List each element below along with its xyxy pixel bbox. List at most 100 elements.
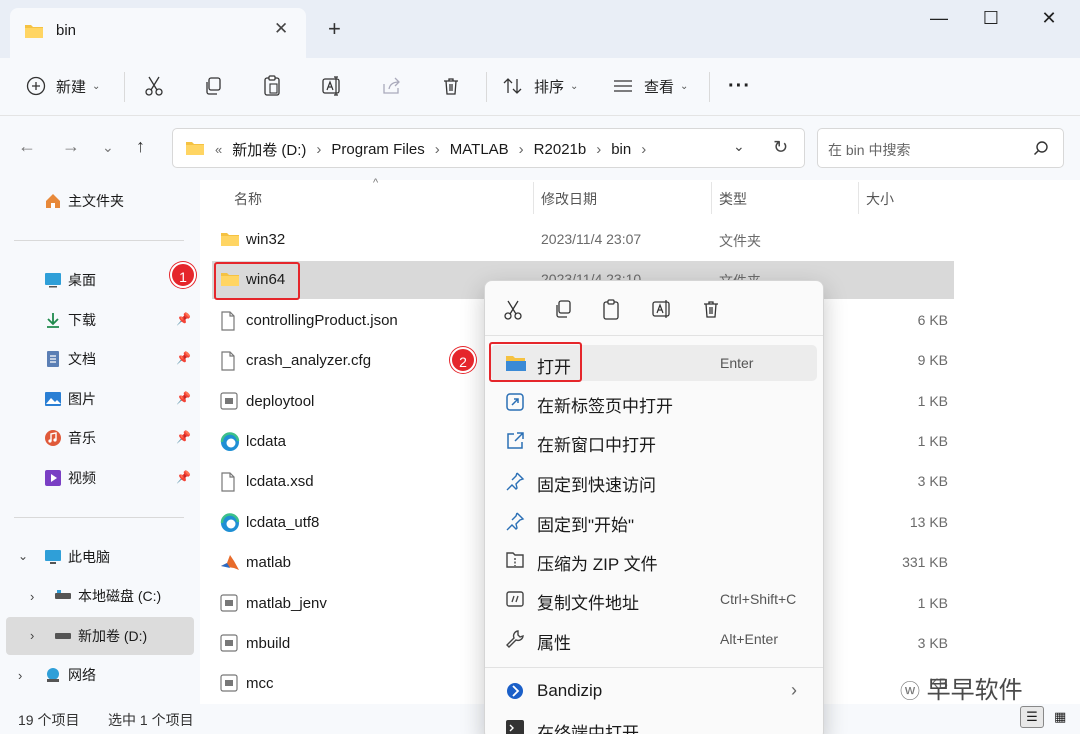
- tab-bin[interactable]: bin ✕: [10, 8, 306, 58]
- breadcrumb-separator[interactable]: ›: [519, 141, 524, 158]
- rename-icon[interactable]: [651, 299, 673, 321]
- paste-icon[interactable]: [601, 299, 623, 321]
- expand-chevron-down-icon[interactable]: ⌄: [18, 549, 28, 563]
- breadcrumb-separator[interactable]: ›: [435, 141, 440, 158]
- maximize-button[interactable]: ☐: [968, 8, 1014, 32]
- annotation-badge-2: 2: [450, 347, 476, 373]
- menu-item-properties[interactable]: 属性 Alt+Enter: [491, 621, 817, 657]
- menu-item-compress-zip[interactable]: 压缩为 ZIP 文件: [491, 542, 817, 578]
- details-view-icon[interactable]: ☰: [1020, 706, 1044, 728]
- column-header-name[interactable]: 名称: [234, 189, 262, 209]
- sidebar-item-home[interactable]: 主文件夹: [44, 186, 124, 216]
- file-name: matlab: [246, 554, 292, 572]
- file-icon: [220, 351, 240, 371]
- file-name: matlab_jenv: [246, 594, 327, 612]
- menu-item-pin-quick-access[interactable]: 固定到快速访问: [491, 463, 817, 499]
- pin-icon: 📌: [176, 470, 191, 484]
- new-tab-button[interactable]: +: [328, 18, 341, 40]
- menu-item-open-new-tab[interactable]: 在新标签页中打开: [491, 384, 817, 420]
- copy-button[interactable]: [203, 72, 223, 100]
- sidebar-item-drive-c[interactable]: 本地磁盘 (C:): [54, 581, 161, 611]
- back-arrow-icon[interactable]: ←: [18, 136, 36, 157]
- file-size: 9 KB: [917, 352, 948, 369]
- recent-locations-chevron-icon[interactable]: ⌄: [102, 139, 114, 156]
- breadcrumb-item[interactable]: bin: [611, 141, 631, 158]
- cut-button[interactable]: [144, 72, 164, 100]
- annotation-box: [214, 262, 300, 300]
- up-arrow-icon[interactable]: ↑: [136, 136, 145, 157]
- more-options-button[interactable]: ···: [728, 72, 751, 100]
- breadcrumb-overflow[interactable]: «: [215, 142, 222, 157]
- menu-item-open-new-window[interactable]: 在新窗口中打开: [491, 423, 817, 459]
- sidebar-item-this-pc[interactable]: 此电脑: [44, 542, 110, 572]
- view-button[interactable]: 查看 ⌄: [612, 72, 688, 100]
- toolbar-divider: [486, 72, 487, 102]
- search-box[interactable]: 在 bin 中搜索: [817, 128, 1064, 168]
- breadcrumb-separator[interactable]: ›: [316, 141, 321, 158]
- sidebar-item-downloads[interactable]: 下载: [44, 305, 96, 335]
- minimize-button[interactable]: —: [916, 8, 962, 32]
- new-button[interactable]: 新建 ⌄: [26, 72, 100, 100]
- drive-icon: [54, 627, 72, 645]
- address-history-chevron-icon[interactable]: ⌄: [733, 138, 745, 155]
- tab-close-icon[interactable]: ✕: [274, 19, 288, 39]
- file-size: 1 KB: [917, 392, 948, 409]
- file-size: 1 KB: [917, 594, 948, 611]
- share-button[interactable]: [381, 72, 403, 100]
- address-bar[interactable]: « 新加卷 (D:) › Program Files › MATLAB › R2…: [172, 128, 805, 168]
- view-icon: [614, 80, 632, 92]
- column-divider[interactable]: [711, 182, 712, 214]
- refresh-icon[interactable]: ↻: [773, 137, 788, 158]
- sort-button[interactable]: 排序 ⌄: [502, 72, 578, 100]
- breadcrumb-item[interactable]: 新加卷 (D:): [232, 139, 306, 160]
- new-tab-icon: [505, 392, 527, 412]
- sidebar-item-music[interactable]: 音乐: [44, 423, 96, 453]
- sidebar-item-videos[interactable]: 视频: [44, 463, 96, 493]
- breadcrumb-item[interactable]: R2021b: [534, 141, 587, 158]
- matlab-icon: [220, 553, 240, 573]
- menu-item-shortcut: Alt+Enter: [720, 631, 778, 647]
- column-header-size[interactable]: 大小: [866, 189, 894, 209]
- breadcrumb-separator[interactable]: ›: [596, 141, 601, 158]
- column-divider[interactable]: [858, 182, 859, 214]
- expand-chevron-right-icon[interactable]: ›: [30, 628, 34, 643]
- file-name: lcdata_utf8: [246, 513, 320, 531]
- scissors-icon: [145, 76, 163, 96]
- cut-icon[interactable]: [503, 299, 525, 321]
- breadcrumb-item[interactable]: Program Files: [331, 141, 424, 158]
- sidebar-item-network[interactable]: 网络: [44, 660, 96, 690]
- video-icon: [44, 469, 62, 487]
- forward-arrow-icon[interactable]: →: [62, 136, 80, 157]
- sidebar-item-pictures[interactable]: 图片: [44, 384, 96, 414]
- paste-button[interactable]: [262, 72, 282, 100]
- table-row[interactable]: win32 2023/11/4 23:07 文件夹: [212, 221, 954, 259]
- column-header-date[interactable]: 修改日期: [541, 189, 597, 209]
- delete-button[interactable]: [441, 72, 461, 100]
- copy-icon[interactable]: [553, 299, 575, 321]
- sidebar-item-label: 此电脑: [68, 549, 110, 565]
- pictures-icon: [44, 390, 62, 408]
- expand-chevron-right-icon[interactable]: ›: [18, 668, 22, 683]
- sidebar-item-drive-d[interactable]: 新加卷 (D:): [54, 621, 147, 651]
- application-icon: [220, 391, 240, 412]
- column-header-type[interactable]: 类型: [719, 189, 747, 209]
- menu-item-open-terminal[interactable]: 在终端中打开: [491, 711, 817, 734]
- expand-chevron-right-icon[interactable]: ›: [30, 589, 34, 604]
- rename-button[interactable]: [321, 72, 343, 100]
- delete-icon[interactable]: [701, 299, 723, 321]
- wechat-icon: ⓦ: [900, 681, 920, 703]
- copy-icon: [206, 77, 221, 95]
- sidebar-item-desktop[interactable]: 桌面: [44, 265, 96, 295]
- clipboard-icon: [264, 75, 280, 96]
- breadcrumb-item[interactable]: MATLAB: [450, 141, 509, 158]
- sidebar-item-documents[interactable]: 文档: [44, 344, 96, 374]
- tiles-view-icon[interactable]: ▦: [1048, 707, 1072, 729]
- menu-item-pin-start[interactable]: 固定到"开始": [491, 503, 817, 539]
- column-divider[interactable]: [533, 182, 534, 214]
- menu-item-bandizip[interactable]: Bandizip ›: [491, 673, 817, 709]
- folder-icon: [24, 22, 44, 44]
- menu-item-label: 属性: [537, 634, 571, 653]
- breadcrumb-separator[interactable]: ›: [641, 141, 646, 158]
- close-window-button[interactable]: ✕: [1026, 8, 1072, 32]
- menu-item-copy-path[interactable]: 复制文件地址 Ctrl+Shift+C: [491, 581, 817, 617]
